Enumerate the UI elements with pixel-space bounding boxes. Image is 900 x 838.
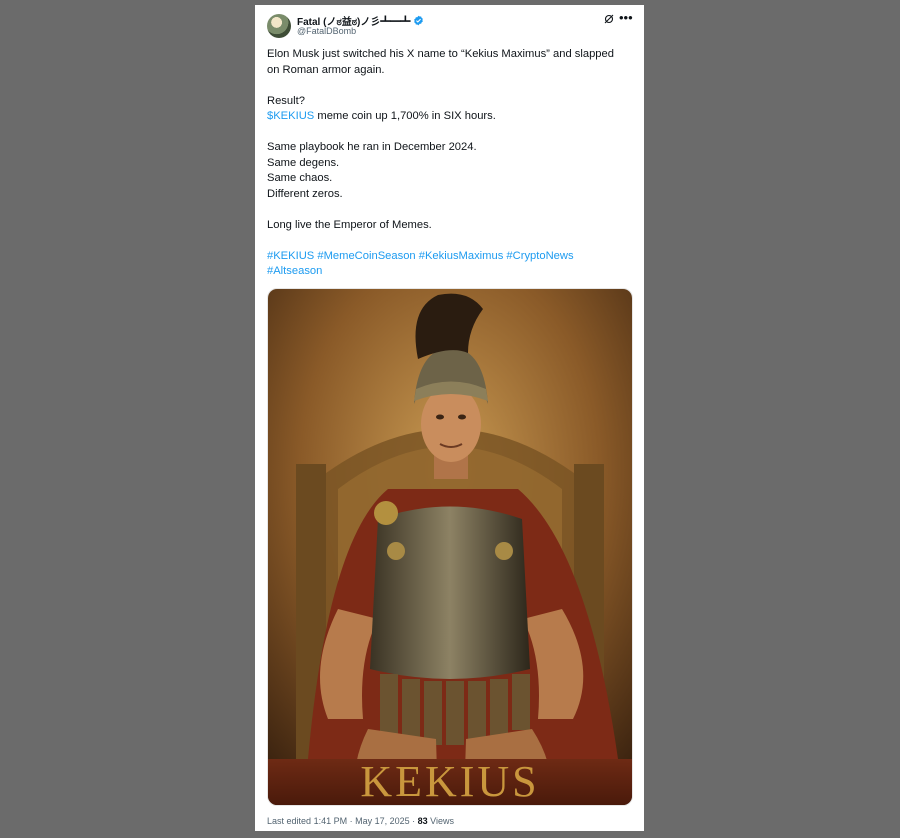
ticker-line-text: meme coin up 1,700% in SIX hours. <box>314 110 496 122</box>
hashtag-link[interactable]: #KEKIUS <box>267 250 314 262</box>
cashtag-link[interactable]: $KEKIUS <box>267 110 314 122</box>
more-options-icon[interactable]: ••• <box>619 10 633 25</box>
footer-separator: · <box>409 816 418 826</box>
degens-line: Same degens. <box>267 156 340 169</box>
views-label: Views <box>430 816 455 826</box>
tweet-text: Elon Musk just switched his X name to “K… <box>267 47 629 280</box>
avatar[interactable] <box>267 14 291 38</box>
chaos-line: Same chaos. <box>267 172 333 184</box>
grok-icon[interactable] <box>603 13 615 25</box>
tweet-image[interactable]: KEKIUS <box>267 288 633 806</box>
hashtag-link[interactable]: #CryptoNews <box>506 250 573 262</box>
hashtag-link[interactable]: #KekiusMaximus <box>419 250 504 262</box>
tweet-timestamp[interactable]: 1:41 PM · May 17, 2025 <box>314 816 410 826</box>
tweet-card: Fatal (ノಠ益ಠ)ノ彡┻━┻ @FatalDBomb ••• Elon M… <box>255 5 644 831</box>
roman-emperor-painting: KEKIUS <box>268 289 632 805</box>
result-line: Result? <box>267 94 305 107</box>
playbook-line: Same playbook he ran in December 2024. <box>267 141 477 153</box>
tweet-footer: Last edited 1:41 PM · May 17, 2025 · 83 … <box>267 816 454 826</box>
edited-label[interactable]: Last edited <box>267 816 311 826</box>
hashtags: #KEKIUS #MemeCoinSeason #KekiusMaximus #… <box>267 249 597 280</box>
zeros-line: Different zeros. <box>267 187 343 200</box>
hashtag-link[interactable]: #Altseason <box>267 265 322 277</box>
author-handle[interactable]: @FatalDBomb <box>297 26 356 36</box>
emperor-line: Long live the Emperor of Memes. <box>267 218 432 231</box>
ticker-line: $KEKIUS meme coin up 1,700% in SIX hours… <box>267 109 629 125</box>
views-count: 83 <box>417 816 428 826</box>
paragraph-1: Elon Musk just switched his X name to “K… <box>267 48 614 76</box>
verified-badge-icon <box>414 15 424 26</box>
image-caption: KEKIUS <box>360 757 539 805</box>
hashtag-link[interactable]: #MemeCoinSeason <box>317 250 415 262</box>
